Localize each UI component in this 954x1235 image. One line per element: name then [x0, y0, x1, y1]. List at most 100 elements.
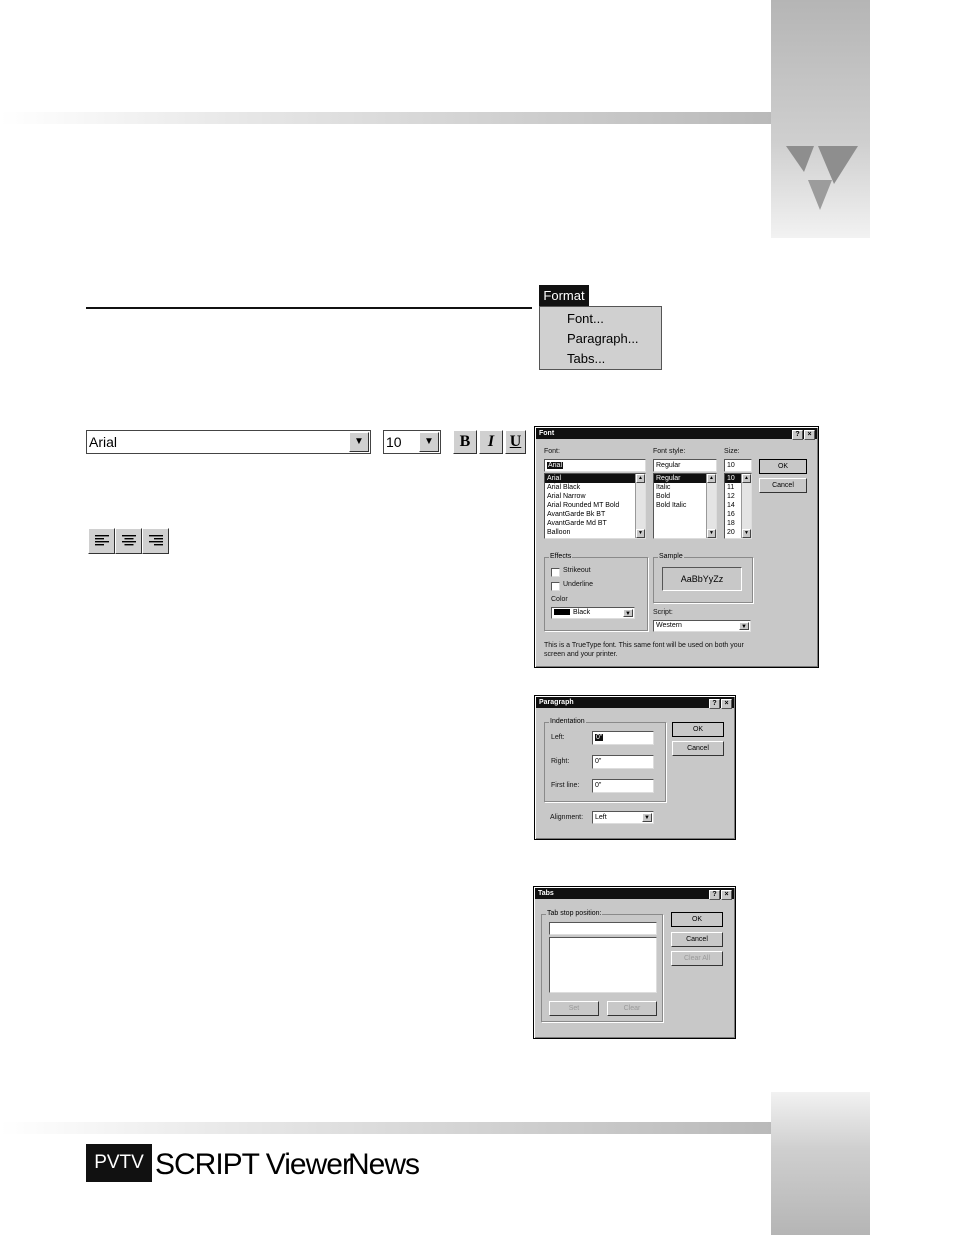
effects-group: Effects Strikeout Underline Color Black …	[544, 553, 648, 631]
chevron-down-icon[interactable]: ▼	[623, 609, 633, 617]
format-menu-dropdown: Font... Paragraph... Tabs...	[539, 306, 662, 370]
font-style-list[interactable]: Regular Italic Bold Bold Italic ▲ ▼	[653, 473, 717, 539]
left-indent-input[interactable]: 0"	[592, 731, 654, 745]
alignment-label: Alignment:	[550, 814, 584, 821]
first-line-input[interactable]: 0"	[592, 779, 654, 793]
ok-button[interactable]: OK	[671, 912, 723, 927]
cancel-button[interactable]: Cancel	[671, 932, 723, 947]
size-list[interactable]: 10 11 12 14 16 18 20 ▲ ▼	[724, 473, 752, 539]
font-size-dropdown-button[interactable]: ▼	[419, 432, 439, 452]
paragraph-dialog-title: Paragraph	[539, 699, 574, 706]
cancel-button[interactable]: Cancel	[759, 478, 807, 493]
effects-label: Effects	[549, 553, 573, 560]
help-button[interactable]: ?	[792, 430, 803, 440]
footer-title: SCRIPT Viewer	[155, 1148, 352, 1181]
left-indent-value: 0"	[595, 734, 604, 741]
bold-button[interactable]: B	[453, 430, 477, 454]
left-indent-label: Left:	[551, 734, 565, 741]
scroll-up-icon[interactable]: ▲	[636, 474, 645, 483]
script-value: Western	[656, 622, 682, 629]
strikeout-label: Strikeout	[563, 567, 591, 574]
chevron-down-icon[interactable]: ▼	[642, 813, 652, 822]
sample-preview: AaBbYyZz	[662, 567, 742, 591]
help-button[interactable]: ?	[709, 890, 720, 900]
size-input[interactable]: 10	[724, 459, 752, 472]
list-item[interactable]: AvantGarde Md BT	[545, 519, 645, 528]
sample-label: Sample	[658, 553, 684, 560]
scroll-down-icon[interactable]: ▼	[742, 529, 751, 538]
menu-item-tabs[interactable]: Tabs...	[567, 351, 605, 366]
tab-stop-list[interactable]	[549, 937, 657, 993]
size-list-scrollbar[interactable]: ▲ ▼	[741, 474, 751, 538]
list-item[interactable]: Arial	[545, 474, 636, 483]
align-center-button[interactable]	[115, 528, 142, 554]
align-left-icon	[94, 535, 109, 546]
chevron-down-icon[interactable]: ▼	[739, 622, 749, 630]
list-item[interactable]: Balloon	[545, 528, 645, 537]
font-size-combo[interactable]: 10 ▼	[383, 430, 441, 454]
tab-stop-group: Tab stop position: Set Clear	[541, 910, 663, 1022]
footer-section: News	[348, 1148, 420, 1181]
strikeout-checkbox[interactable]	[551, 568, 560, 577]
size-label: Size:	[724, 448, 740, 455]
script-label: Script:	[653, 609, 673, 616]
list-item[interactable]: AvantGarde Bk BT	[545, 510, 645, 519]
underline-checkbox[interactable]	[551, 582, 560, 591]
underline-button[interactable]: U	[505, 430, 526, 454]
alignment-select[interactable]: Left ▼	[592, 811, 654, 824]
scroll-down-icon[interactable]: ▼	[707, 529, 716, 538]
align-right-button[interactable]	[142, 528, 169, 554]
scroll-up-icon[interactable]: ▲	[742, 474, 751, 483]
font-input[interactable]: Arial	[544, 459, 646, 472]
color-select[interactable]: Black ▼	[551, 607, 635, 619]
list-item[interactable]: Arial Rounded MT Bold	[545, 501, 645, 510]
font-input-value: Arial	[547, 462, 564, 469]
close-button[interactable]: ×	[804, 430, 815, 440]
tab-stop-label: Tab stop position:	[546, 910, 603, 917]
list-item[interactable]: Arial Narrow	[545, 492, 645, 501]
align-left-button[interactable]	[88, 528, 115, 554]
menu-item-paragraph[interactable]: Paragraph...	[567, 331, 639, 346]
close-button[interactable]: ×	[721, 890, 732, 900]
font-list[interactable]: Arial Arial Black Arial Narrow Arial Rou…	[544, 473, 646, 539]
format-menu-title[interactable]: Format	[539, 285, 589, 306]
font-style-input[interactable]: Regular	[653, 459, 717, 472]
sample-group: Sample AaBbYyZz	[653, 553, 753, 603]
section-rule	[86, 307, 532, 309]
font-size-value: 10	[386, 434, 402, 450]
script-select[interactable]: Western ▼	[653, 620, 751, 632]
help-button[interactable]: ?	[709, 699, 720, 709]
clear-all-button[interactable]: Clear All	[671, 951, 723, 966]
ok-button[interactable]: OK	[759, 459, 807, 474]
clear-button[interactable]: Clear	[607, 1001, 657, 1016]
font-name-combo[interactable]: Arial ▼	[86, 430, 371, 454]
scroll-down-icon[interactable]: ▼	[636, 529, 645, 538]
ok-button[interactable]: OK	[672, 722, 724, 737]
header-band	[0, 112, 772, 124]
set-button[interactable]: Set	[549, 1001, 599, 1016]
indentation-group: Indentation Left: 0" Right: 0" First lin…	[544, 718, 666, 802]
indentation-label: Indentation	[549, 718, 586, 725]
list-item[interactable]: Regular	[654, 474, 707, 483]
tab-stop-input[interactable]	[549, 922, 657, 935]
font-name-dropdown-button[interactable]: ▼	[349, 432, 369, 452]
color-swatch	[554, 609, 570, 616]
cancel-button[interactable]: Cancel	[672, 741, 724, 756]
italic-label: I	[487, 433, 495, 450]
scroll-up-icon[interactable]: ▲	[707, 474, 716, 483]
paragraph-dialog: Paragraph ? × Indentation Left: 0" Right…	[534, 695, 736, 840]
font-dialog-titlebar: Font ? ×	[536, 428, 817, 440]
list-item[interactable]: 10	[725, 474, 742, 483]
tabs-dialog-title: Tabs	[538, 890, 554, 897]
menu-item-font[interactable]: Font...	[567, 311, 604, 326]
font-list-scrollbar[interactable]: ▲ ▼	[635, 474, 645, 538]
close-button[interactable]: ×	[721, 699, 732, 709]
italic-button[interactable]: I	[479, 430, 503, 454]
font-label: Font:	[544, 448, 560, 455]
list-item[interactable]: Arial Black	[545, 483, 645, 492]
font-style-scrollbar[interactable]: ▲ ▼	[706, 474, 716, 538]
logo-mark-icon	[786, 146, 858, 210]
side-tab-bottom	[771, 1092, 870, 1235]
right-indent-input[interactable]: 0"	[592, 755, 654, 769]
footer-logo: PVTV	[86, 1144, 152, 1182]
